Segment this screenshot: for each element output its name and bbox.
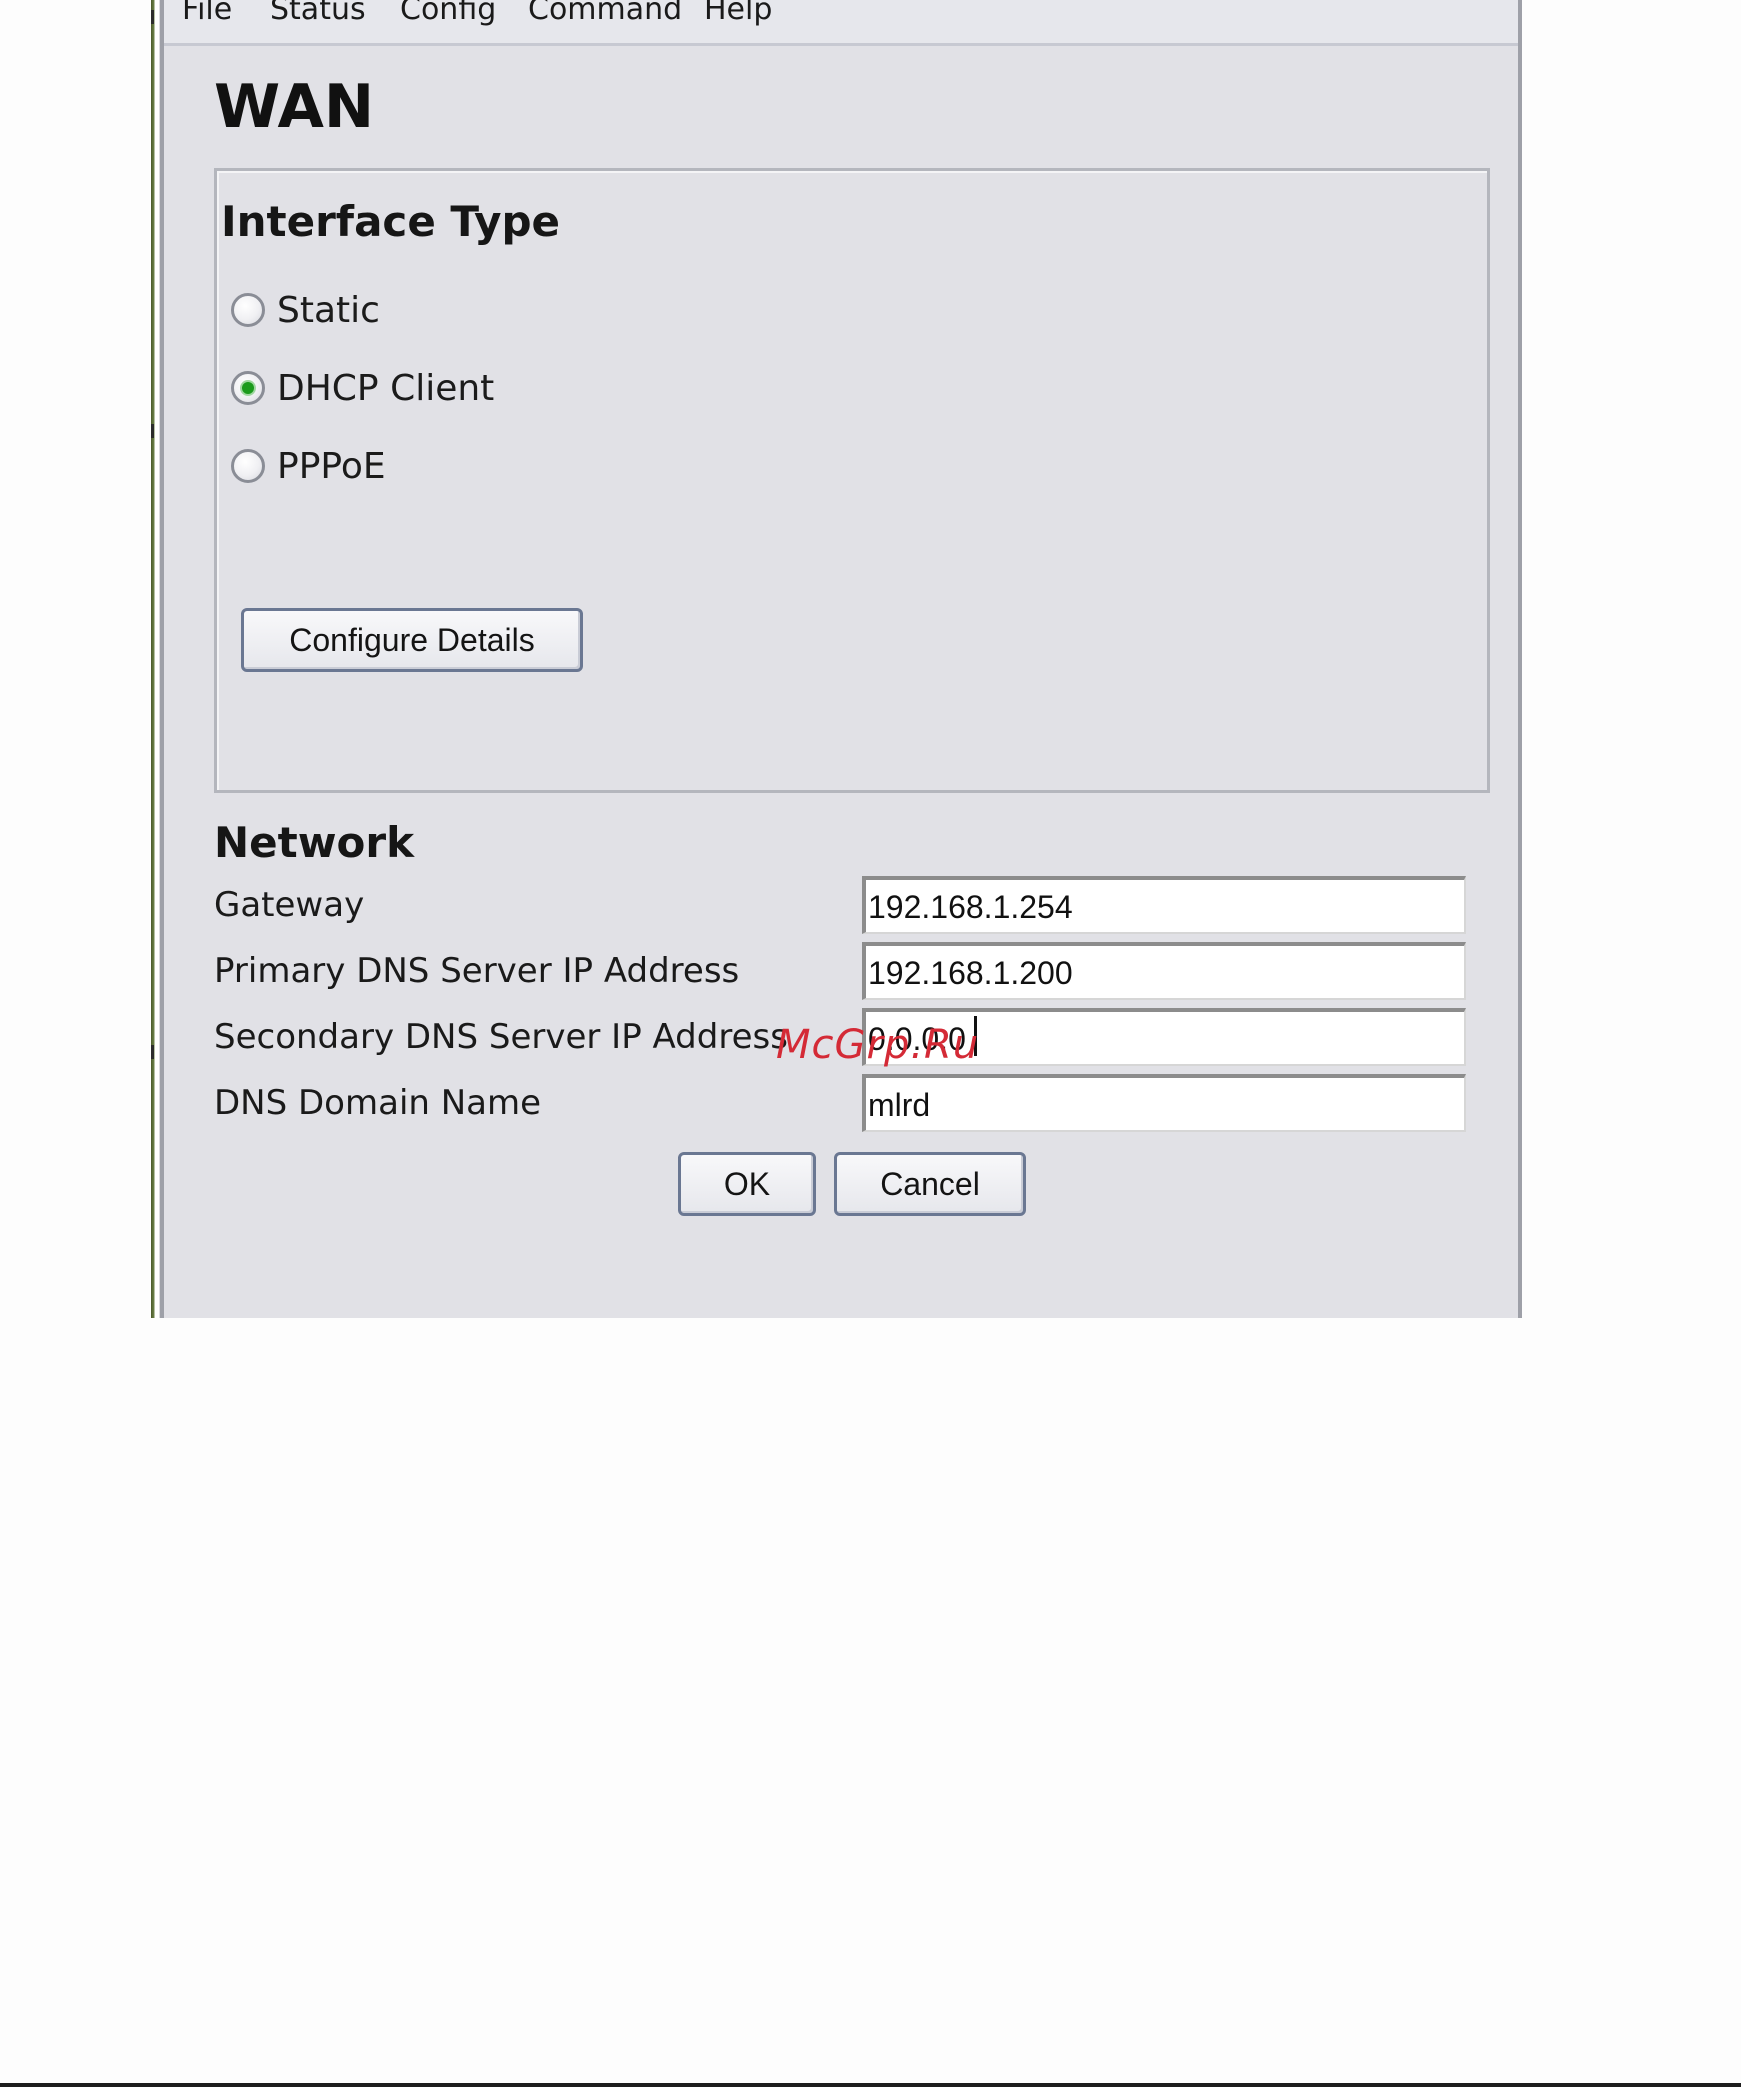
watermark-text: McGrp.Ru bbox=[776, 1022, 980, 1068]
ok-button[interactable]: OK bbox=[678, 1152, 816, 1216]
radio-option-pppoe[interactable]: PPPoE bbox=[231, 441, 386, 491]
secondary-dns-label: Secondary DNS Server IP Address bbox=[214, 1017, 788, 1057]
radio-dhcp-label: DHCP Client bbox=[277, 367, 495, 409]
menu-status[interactable]: Status bbox=[270, 0, 366, 28]
configure-details-button[interactable]: Configure Details bbox=[241, 608, 583, 672]
page: File Status Config Command Help WAN Inte… bbox=[0, 0, 1741, 2087]
radio-option-dhcp-client[interactable]: DHCP Client bbox=[231, 363, 494, 413]
radio-pppoe-label: PPPoE bbox=[277, 445, 386, 487]
primary-dns-input[interactable] bbox=[862, 942, 1466, 1000]
primary-dns-label: Primary DNS Server IP Address bbox=[214, 951, 740, 991]
wan-config-window: File Status Config Command Help WAN Inte… bbox=[160, 0, 1522, 1318]
radio-static-label: Static bbox=[277, 289, 380, 331]
network-heading: Network bbox=[214, 818, 415, 867]
menu-file[interactable]: File bbox=[182, 0, 232, 28]
page-title: WAN bbox=[214, 72, 375, 142]
cancel-button[interactable]: Cancel bbox=[834, 1152, 1026, 1216]
menu-bar: File Status Config Command Help bbox=[164, 0, 1518, 46]
radio-option-static[interactable]: Static bbox=[231, 285, 380, 335]
gateway-label: Gateway bbox=[214, 885, 365, 925]
dns-domain-name-input[interactable] bbox=[862, 1074, 1466, 1132]
radio-dhcp-selected-icon[interactable] bbox=[231, 371, 265, 405]
menu-help[interactable]: Help bbox=[704, 0, 772, 28]
menu-command[interactable]: Command bbox=[528, 0, 682, 28]
menu-config[interactable]: Config bbox=[400, 0, 496, 28]
interface-type-panel: Interface Type Static DHCP Client PPPoE … bbox=[214, 168, 1490, 793]
dns-domain-name-label: DNS Domain Name bbox=[214, 1083, 542, 1123]
radio-pppoe-icon[interactable] bbox=[231, 449, 265, 483]
radio-static-icon[interactable] bbox=[231, 293, 265, 327]
gateway-input[interactable] bbox=[862, 876, 1466, 934]
interface-type-heading: Interface Type bbox=[221, 197, 561, 246]
bottom-divider bbox=[0, 2083, 1741, 2087]
